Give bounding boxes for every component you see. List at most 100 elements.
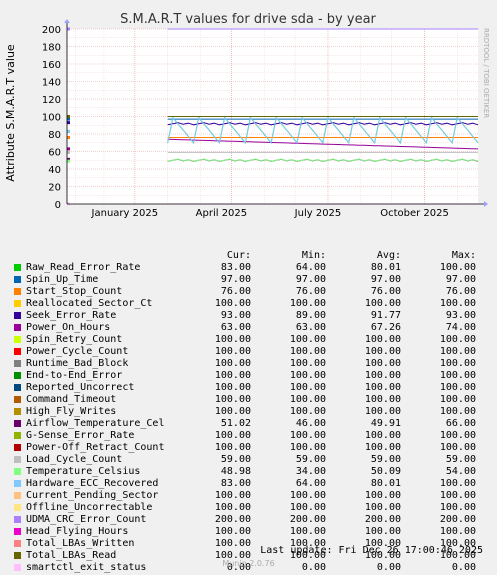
legend-swatch xyxy=(14,276,21,283)
legend-min: 100.00 xyxy=(289,526,326,537)
y-tick-label: 60 xyxy=(48,148,61,159)
legend-avg: 100.00 xyxy=(364,394,401,405)
x-tick-label: January 2025 xyxy=(91,208,159,219)
legend-header: Cur: Min: Avg: Max: xyxy=(14,250,484,262)
legend-max: 59.00 xyxy=(445,454,476,465)
legend-row: Power_On_Hours 63.00 63.00 67.26 74.00 xyxy=(14,322,484,334)
legend-series-name: Power-Off_Retract_Count xyxy=(26,442,165,453)
y-tick-label: 20 xyxy=(48,183,61,194)
legend-avg: 67.26 xyxy=(370,322,401,333)
legend-row: Hardware_ECC_Recovered 83.00 64.00 80.01 100… xyxy=(14,478,484,490)
legend-row: Load_Cycle_Count 59.00 59.00 59.00 59.00 xyxy=(14,454,484,466)
legend-avg: 59.00 xyxy=(370,454,401,465)
legend-avg: 76.00 xyxy=(370,286,401,297)
legend-avg: 100.00 xyxy=(364,382,401,393)
legend-swatch xyxy=(14,504,21,511)
legend-row: Current_Pending_Sector 100.00 100.00 100.00… xyxy=(14,490,484,502)
legend-cur: 59.00 xyxy=(220,454,251,465)
last-update: Last update: Fri Dec 26 17:00:46 2025 xyxy=(260,545,483,556)
legend-swatch xyxy=(14,336,21,343)
legend-row: Runtime_Bad_Block 100.00 100.00 100.00 100.0… xyxy=(14,358,484,370)
legend-swatch xyxy=(14,264,21,271)
legend-swatch xyxy=(14,528,21,535)
legend-cur: 100.00 xyxy=(214,538,251,549)
legend-min: 100.00 xyxy=(289,334,326,345)
legend-max: 100.00 xyxy=(439,358,476,369)
legend-max: 100.00 xyxy=(439,442,476,453)
legend-swatch xyxy=(14,492,21,499)
legend-min: 97.00 xyxy=(295,274,326,285)
legend-min: 46.00 xyxy=(295,418,326,429)
series-start-mark-power_on_hours xyxy=(67,147,70,151)
legend-min: 100.00 xyxy=(289,358,326,369)
legend-series-name: Start_Stop_Count xyxy=(26,286,123,297)
y-tick-label: 200 xyxy=(42,25,61,36)
legend-max: 100.00 xyxy=(439,478,476,489)
col-cur: Cur: xyxy=(226,250,251,261)
legend-row: Raw_Read_Error_Rate 83.00 64.00 80.01 100.00 xyxy=(14,262,484,274)
legend-swatch xyxy=(14,372,21,379)
legend-swatch xyxy=(14,384,21,391)
legend-swatch xyxy=(14,408,21,415)
legend-cur: 100.00 xyxy=(214,358,251,369)
legend-max: 100.00 xyxy=(439,526,476,537)
legend-max: 74.00 xyxy=(445,322,476,333)
chart-title: S.M.A.R.T values for drive sda - by year xyxy=(120,12,376,27)
y-tick-label: 120 xyxy=(42,95,61,106)
legend-max: 100.00 xyxy=(439,370,476,381)
legend-min: 100.00 xyxy=(289,382,326,393)
series-start-mark-spin_up_time xyxy=(67,117,70,121)
legend-min: 34.00 xyxy=(295,466,326,477)
x-axis-arrow xyxy=(484,201,488,207)
legend-cur: 100.00 xyxy=(214,382,251,393)
legend-avg: 100.00 xyxy=(364,334,401,345)
series-start-mark-total_lbas_read xyxy=(67,115,70,118)
legend-series-name: Airflow_Temperature_Cel xyxy=(26,418,165,429)
legend-series-name: Power_Cycle_Count xyxy=(26,346,129,357)
legend-swatch xyxy=(14,312,21,319)
legend-max: 97.00 xyxy=(445,274,476,285)
y-tick-label: 80 xyxy=(48,130,61,141)
legend-cur: 100.00 xyxy=(214,406,251,417)
legend-series-name: Raw_Read_Error_Rate xyxy=(26,262,141,273)
legend-cur: 200.00 xyxy=(214,514,251,525)
legend-cur: 100.00 xyxy=(214,430,251,441)
legend-cur: 100.00 xyxy=(214,502,251,513)
legend-series-name: Seek_Error_Rate xyxy=(26,310,117,321)
legend-avg: 200.00 xyxy=(364,514,401,525)
legend-row: Spin_Retry_Count 100.00 100.00 100.00 100.00 xyxy=(14,334,484,346)
legend-min: 100.00 xyxy=(289,394,326,405)
legend-row: Reallocated_Sector_Ct 100.00 100.00 100.00 1… xyxy=(14,298,484,310)
col-avg: Avg: xyxy=(376,250,401,261)
legend-avg: 100.00 xyxy=(364,502,401,513)
legend-min: 64.00 xyxy=(295,262,326,273)
legend-series-name: Reallocated_Sector_Ct xyxy=(26,298,153,309)
legend-max: 100.00 xyxy=(439,298,476,309)
legend-cur: 83.00 xyxy=(220,262,251,273)
legend-row: Power-Off_Retract_Count 100.00 100.00 100.0… xyxy=(14,442,484,454)
legend-min: 59.00 xyxy=(295,454,326,465)
legend-min: 64.00 xyxy=(295,478,326,489)
legend-avg: 49.91 xyxy=(370,418,401,429)
legend-swatch xyxy=(14,444,21,451)
legend-row: G-Sense_Error_Rate 100.00 100.00 100.00 100.… xyxy=(14,430,484,442)
legend-min: 100.00 xyxy=(289,490,326,501)
legend-swatch xyxy=(14,552,21,559)
legend-row: Power_Cycle_Count 100.00 100.00 100.00 100.0… xyxy=(14,346,484,358)
legend-cur: 83.00 xyxy=(220,478,251,489)
legend-max: 100.00 xyxy=(439,382,476,393)
series-start-mark-udma_crc_error_count xyxy=(67,27,70,31)
legend-series-name: Power_On_Hours xyxy=(26,322,111,333)
legend-max: 100.00 xyxy=(439,394,476,405)
legend-avg: 100.00 xyxy=(364,370,401,381)
legend-swatch xyxy=(14,480,21,487)
legend-series-name: Head_Flying_Hours xyxy=(26,526,129,537)
series-start-mark-hardware_ecc_recovered xyxy=(67,129,70,133)
legend-series-name: End-to-End_Error xyxy=(26,370,123,381)
legend-cur: 97.00 xyxy=(220,274,251,285)
legend-row: Start_Stop_Count 76.00 76.00 76.00 76.00 xyxy=(14,286,484,298)
legend-series-name: Spin_Retry_Count xyxy=(26,334,123,345)
legend-min: 100.00 xyxy=(289,370,326,381)
series-start-mark-load_cycle_count xyxy=(67,150,70,154)
legend-row: Temperature_Celsius 48.98 34.00 50.09 54.00 xyxy=(14,466,484,478)
